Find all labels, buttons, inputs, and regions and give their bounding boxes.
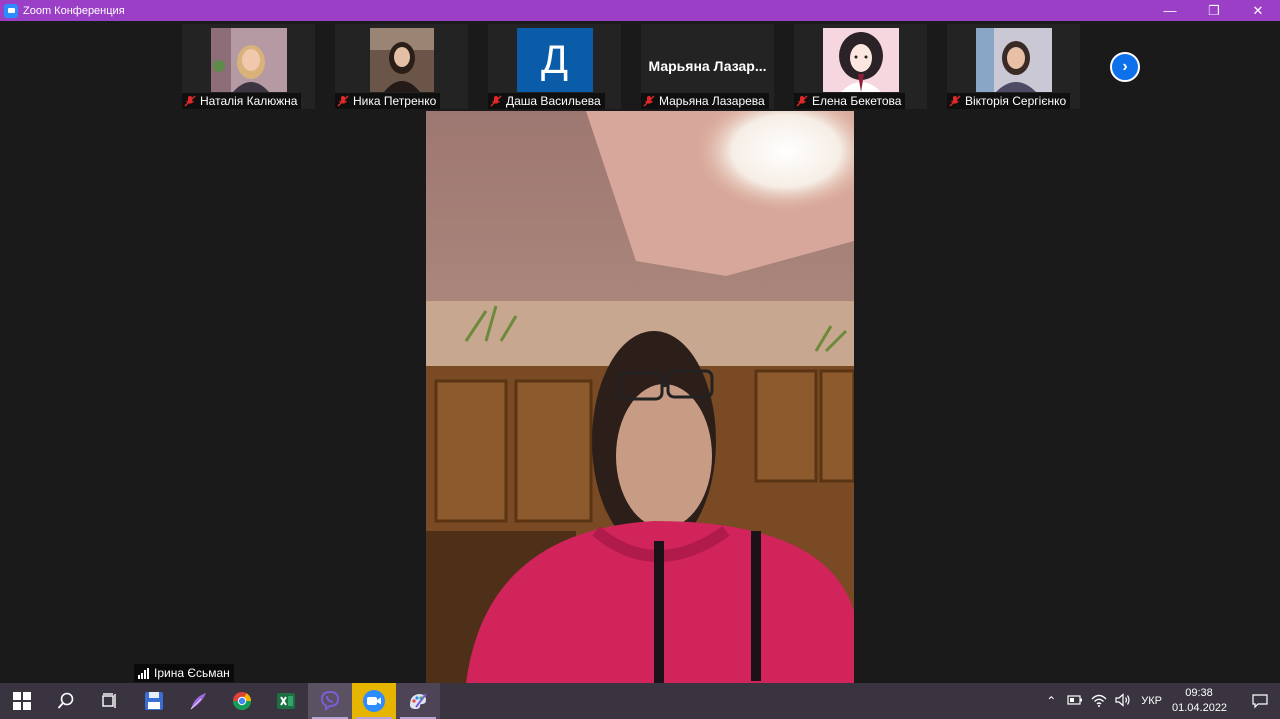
chrome-icon[interactable] — [220, 683, 264, 719]
muted-mic-icon — [643, 95, 655, 107]
clock[interactable]: 09:38 01.04.2022 — [1172, 686, 1228, 716]
participant-tile[interactable]: Ника Петренко — [335, 24, 468, 109]
search-icon[interactable] — [44, 683, 88, 719]
window-controls: — ❐ ✕ — [1148, 0, 1280, 21]
active-speaker-label: Ірина Єсьман — [134, 664, 234, 682]
clock-date: 01.04.2022 — [1172, 702, 1228, 714]
viber-icon[interactable] — [308, 683, 352, 719]
save-floppy-icon[interactable] — [132, 683, 176, 719]
meeting-stage: Наталія Калюжна Ника Петренко Д Даша Вас… — [0, 21, 1280, 683]
window-title: Zoom Конференция — [23, 4, 125, 17]
participant-name: Даша Васильева — [506, 94, 601, 108]
title-bar: Zoom Конференция — ❐ ✕ — [0, 0, 1280, 21]
windows-start-icon[interactable] — [0, 683, 44, 719]
zoom-icon[interactable] — [352, 683, 396, 719]
participant-tile[interactable]: Марьяна Лазар... Марьяна Лазарева — [641, 24, 774, 109]
avatar-letter: Д — [540, 37, 569, 82]
participant-tile[interactable]: Елена Бекетова — [794, 24, 927, 109]
close-button[interactable]: ✕ — [1236, 0, 1280, 21]
feather-app-icon[interactable] — [176, 683, 220, 719]
participant-tile[interactable]: Д Даша Васильева — [488, 24, 621, 109]
muted-mic-icon — [337, 95, 349, 107]
muted-mic-icon — [949, 95, 961, 107]
active-speaker-video — [426, 111, 854, 683]
paint-icon[interactable] — [396, 683, 440, 719]
participant-name: Вікторія Сергієнко — [965, 94, 1067, 108]
participant-video — [210, 28, 287, 92]
participant-video — [975, 28, 1052, 92]
tray-expand-icon[interactable]: ⌃ — [1039, 694, 1063, 708]
zoom-app-icon — [4, 3, 18, 18]
participant-avatar: Д — [516, 28, 593, 92]
participant-name: Наталія Калюжна — [200, 94, 298, 108]
participant-name: Елена Бекетова — [812, 94, 902, 108]
system-tray: ⌃ УКР 09:38 01.04.2022 — [1039, 683, 1280, 719]
participant-strip: Наталія Калюжна Ника Петренко Д Даша Вас… — [182, 24, 1080, 109]
wifi-icon[interactable] — [1087, 693, 1111, 710]
volume-icon[interactable] — [1111, 692, 1135, 710]
participant-tile[interactable]: Вікторія Сергієнко — [947, 24, 1080, 109]
restore-button[interactable]: ❐ — [1192, 0, 1236, 21]
muted-mic-icon — [490, 95, 502, 107]
battery-icon[interactable] — [1063, 694, 1087, 709]
input-language[interactable]: УКР — [1141, 695, 1162, 707]
task-view-icon[interactable] — [88, 683, 132, 719]
active-speaker-name: Ірина Єсьман — [154, 666, 230, 680]
participant-tile[interactable]: Наталія Калюжна — [182, 24, 315, 109]
taskbar: ⌃ УКР 09:38 01.04.2022 — [0, 683, 1280, 719]
participant-video — [369, 28, 434, 92]
next-page-button[interactable]: › — [1110, 52, 1140, 82]
participant-name: Марьяна Лазарева — [659, 94, 765, 108]
minimize-button[interactable]: — — [1148, 0, 1192, 21]
muted-mic-icon — [184, 95, 196, 107]
excel-icon[interactable] — [264, 683, 308, 719]
connection-signal-icon — [138, 667, 149, 679]
muted-mic-icon — [796, 95, 808, 107]
participant-name: Ника Петренко — [353, 94, 437, 108]
chevron-right-icon: › — [1122, 58, 1128, 75]
notification-center-icon[interactable] — [1240, 683, 1280, 719]
clock-time: 09:38 — [1185, 687, 1213, 699]
participant-display-name: Марьяна Лазар... — [648, 58, 767, 74]
participant-avatar — [822, 28, 899, 92]
